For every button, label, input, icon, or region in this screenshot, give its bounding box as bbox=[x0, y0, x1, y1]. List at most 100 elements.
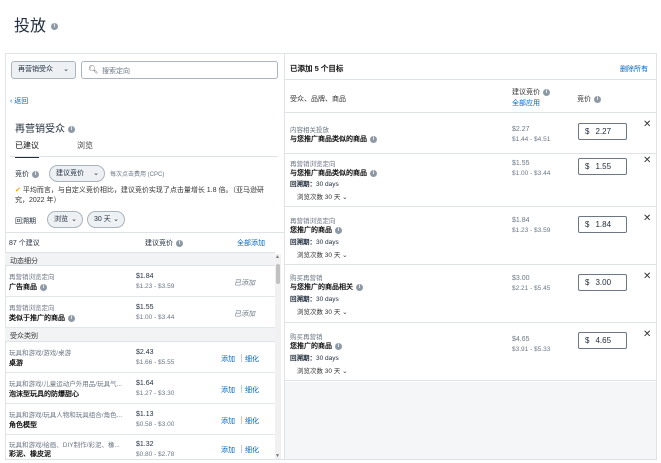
add-button[interactable]: 添加 bbox=[221, 445, 235, 455]
item-bid: $1.55 bbox=[136, 304, 154, 311]
column-headers: 受众、品牌、商品 建议竞价 i 全部应用 竞价 i bbox=[285, 81, 656, 113]
browse-dropdown[interactable]: 浏览次数 30 天 ⌄ bbox=[297, 249, 348, 259]
add-button[interactable]: 添加 bbox=[221, 385, 235, 395]
close-icon[interactable]: ✕ bbox=[643, 271, 651, 282]
bid-input[interactable]: $1.84 bbox=[578, 216, 627, 233]
lookback-value: 30 days bbox=[316, 296, 339, 303]
suggested-bid-header-text: 建议竞价 bbox=[145, 240, 173, 247]
currency-symbol: $ bbox=[585, 278, 590, 287]
bid-tip: ✔ 平均而言，与自定义竞价相比，建议竞价实现了点击量增长 1.8 倍。（亚马逊研… bbox=[15, 186, 273, 206]
scrollbar-up-arrow[interactable]: ▲ bbox=[275, 254, 280, 260]
add-all-link[interactable]: 全部添加 bbox=[237, 238, 265, 248]
item-bid: $1.13 bbox=[136, 411, 154, 418]
add-button[interactable]: 添加 bbox=[221, 354, 235, 364]
bid-label: 竞价 i bbox=[15, 169, 39, 179]
chevron-down-icon: ⌄ bbox=[71, 216, 77, 223]
search-input[interactable]: 🔍︎ 搜索定向 bbox=[81, 61, 278, 79]
currency-symbol: $ bbox=[585, 162, 590, 171]
target-category: 再营销浏览定向 bbox=[290, 161, 336, 168]
apply-all-link[interactable]: 全部应用 bbox=[512, 98, 540, 108]
item-range: $1.00 - $3.44 bbox=[136, 314, 175, 321]
lookback-type-label: 浏览 bbox=[54, 216, 68, 223]
col-bid: 竞价 i bbox=[577, 94, 601, 104]
target-row: 购买再营销 与您推广的商品相关 i 回溯期：30 days 浏览次数 30 天 ⌄… bbox=[285, 266, 656, 323]
target-row: 内容相关投放 与您推广商品类似的商品 i $2.27 $1.44 - $4.51 … bbox=[285, 114, 656, 154]
browse-dropdown[interactable]: 浏览次数 30 天 ⌄ bbox=[297, 365, 348, 375]
lookback-type-select[interactable]: 浏览 ⌄ bbox=[47, 211, 83, 228]
bid-input-value: 1.55 bbox=[595, 162, 612, 171]
chevron-down-icon: ⌄ bbox=[113, 216, 119, 223]
item-bid: $1.64 bbox=[136, 380, 154, 387]
item-title: 彩泥、橡皮泥 bbox=[9, 451, 51, 458]
divider bbox=[241, 354, 242, 362]
back-link[interactable]: ‹ 返回 bbox=[10, 96, 28, 106]
col-audience: 受众、品牌、商品 bbox=[290, 96, 346, 103]
item-category: 玩具和游戏/儿童运动户外用品/玩具气... bbox=[9, 381, 123, 388]
scrollbar[interactable]: ▲ ▼ bbox=[275, 254, 281, 459]
search-icon: 🔍︎ bbox=[88, 65, 99, 74]
target-title: 您推广的商品 i bbox=[290, 341, 342, 351]
close-icon[interactable]: ✕ bbox=[643, 329, 651, 340]
chevron-down-icon: ⌄ bbox=[342, 368, 348, 375]
refine-button[interactable]: 细化 bbox=[245, 416, 259, 426]
col-suggested-bid: 建议竞价 i bbox=[512, 87, 550, 97]
scrollbar-down-arrow[interactable]: ▼ bbox=[275, 453, 280, 459]
browse-dropdown[interactable]: 浏览次数 30 天 ⌄ bbox=[297, 306, 348, 316]
list-item: 玩具和游戏/绘画、DIY制作/彩泥、橡... 彩泥、橡皮泥 $1.32 $0.8… bbox=[5, 436, 275, 460]
bid-select[interactable]: 建议竞价 ⌄ bbox=[49, 165, 105, 182]
tab-suggested-label: 已建议 bbox=[15, 141, 39, 150]
tabs-divider bbox=[10, 156, 278, 157]
list-top-divider bbox=[5, 232, 284, 233]
info-icon: i bbox=[356, 283, 363, 291]
item-added-status: 已添加 bbox=[234, 311, 255, 318]
item-range: $0.58 - $3.00 bbox=[136, 421, 175, 428]
lookback-days-select[interactable]: 30 天 ⌄ bbox=[87, 211, 125, 228]
bid-input[interactable]: $3.00 bbox=[578, 274, 627, 291]
chevron-down-icon: ⌄ bbox=[342, 309, 348, 316]
info-icon: i bbox=[543, 88, 550, 96]
bid-input[interactable]: $4.65 bbox=[578, 332, 627, 349]
tab-browse[interactable]: 浏览 bbox=[77, 140, 93, 151]
target-title-text: 与您推广商品类似的商品 bbox=[290, 170, 367, 177]
browse-dropdown-label: 浏览次数 30 天 bbox=[297, 368, 341, 375]
browse-dropdown[interactable]: 浏览次数 30 天 ⌄ bbox=[297, 191, 348, 201]
target-suggested-bid: $1.84 bbox=[512, 217, 530, 224]
scrollbar-thumb[interactable] bbox=[276, 264, 280, 284]
chevron-left-icon: ‹ bbox=[10, 98, 13, 105]
info-icon: i bbox=[594, 95, 601, 103]
col-bid-text: 竞价 bbox=[577, 96, 591, 103]
audience-dropdown-label: 再营销受众 bbox=[18, 66, 53, 73]
add-button[interactable]: 添加 bbox=[221, 416, 235, 426]
bid-input-value: 1.84 bbox=[595, 220, 612, 229]
target-lookback: 回溯期：30 days bbox=[290, 352, 339, 362]
bid-input-value: 4.65 bbox=[595, 336, 612, 345]
lookback-prefix: 回溯期： bbox=[290, 355, 316, 362]
bid-input[interactable]: $1.55 bbox=[578, 158, 627, 175]
item-category: 玩具和游戏/游戏/桌游 bbox=[9, 350, 72, 357]
list-item: 玩具和游戏/游戏/桌游 桌游 $2.43 $1.66 - $5.55 添加 细化 bbox=[5, 343, 275, 373]
chevron-down-icon: ⌄ bbox=[342, 194, 348, 201]
close-icon[interactable]: ✕ bbox=[643, 213, 651, 224]
group-header: 动态细分 bbox=[5, 252, 275, 266]
lookback-days-label: 30 天 bbox=[94, 216, 111, 223]
refine-button[interactable]: 细化 bbox=[245, 385, 259, 395]
info-icon: i bbox=[370, 135, 377, 143]
close-icon[interactable]: ✕ bbox=[643, 119, 651, 130]
divider bbox=[241, 445, 242, 453]
close-icon[interactable]: ✕ bbox=[643, 155, 651, 166]
added-targets-count: 已添加 5 个目标 bbox=[290, 64, 344, 73]
audience-dropdown[interactable]: 再营销受众 ⌄ bbox=[11, 61, 76, 79]
refine-button[interactable]: 细化 bbox=[245, 354, 259, 364]
lightbulb-icon: ✔ bbox=[15, 187, 21, 194]
remove-all-link[interactable]: 删除所有 bbox=[620, 64, 648, 74]
target-row: 再营销浏览定向 与您推广商品类似的商品 i 回溯期：30 days 浏览次数 30… bbox=[285, 155, 656, 207]
target-suggested-bid: $1.55 bbox=[512, 160, 530, 167]
target-title: 与您推广商品类似的商品 i bbox=[290, 134, 377, 144]
info-icon: i bbox=[335, 226, 342, 234]
currency-symbol: $ bbox=[585, 220, 590, 229]
refine-button[interactable]: 细化 bbox=[245, 445, 259, 455]
chevron-down-icon: ⌄ bbox=[63, 66, 69, 73]
bid-input[interactable]: $2.27 bbox=[578, 123, 627, 140]
target-bid-range: $1.44 - $4.51 bbox=[512, 136, 551, 143]
item-title: 桌游 bbox=[9, 360, 23, 367]
